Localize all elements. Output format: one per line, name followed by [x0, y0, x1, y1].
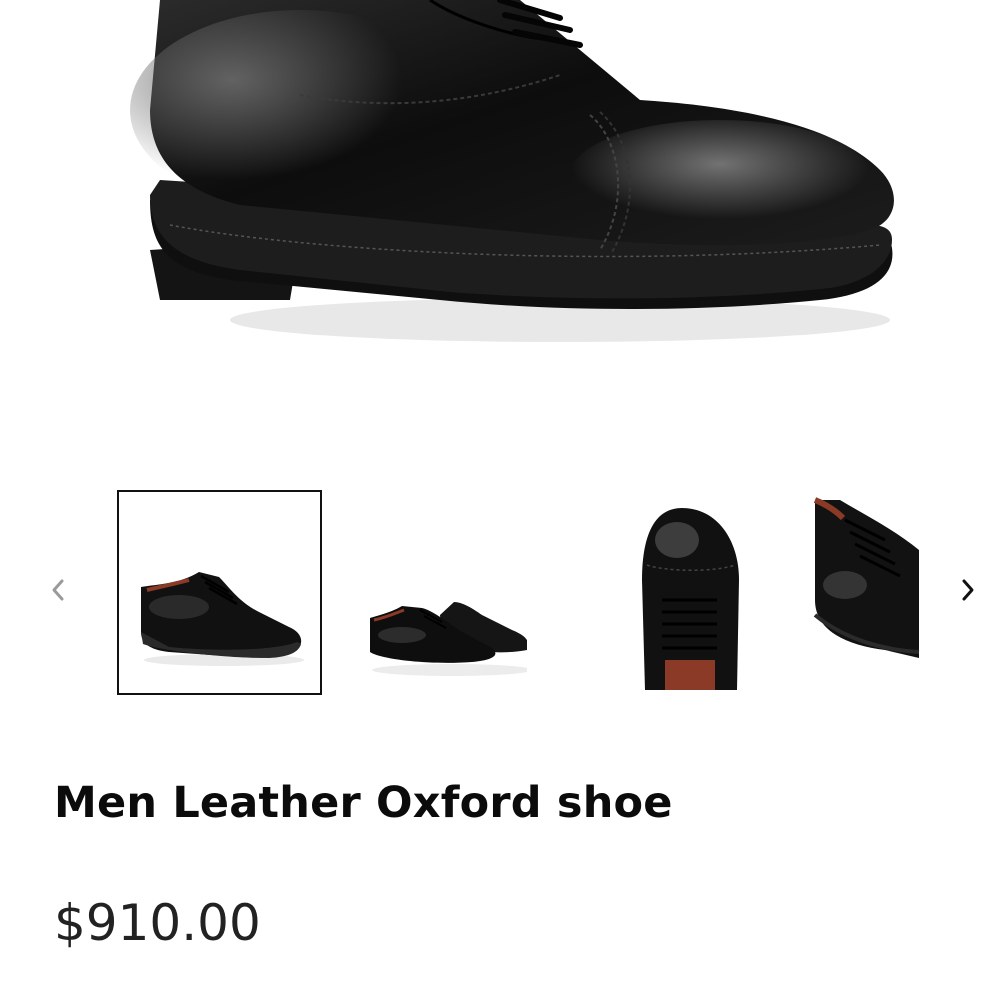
gallery-thumbnail-1[interactable] — [117, 490, 322, 695]
oxford-shoe-hero-illustration — [130, 0, 894, 342]
gallery-next-button[interactable] — [953, 575, 983, 605]
chevron-left-icon — [52, 579, 64, 601]
product-page: Men Leather Oxford shoe $910.00 — [0, 0, 1000, 1000]
product-title: Men Leather Oxford shoe — [54, 778, 673, 828]
gallery-thumbnail-3[interactable] — [587, 490, 792, 695]
product-price: $910.00 — [54, 894, 261, 952]
chevron-right-icon — [962, 579, 974, 601]
gallery-prev-button[interactable] — [43, 575, 73, 605]
image-gallery-carousel — [0, 490, 1000, 700]
gallery-thumbnail-2[interactable] — [322, 490, 527, 695]
oxford-shoe-top-thumbnail — [642, 508, 739, 690]
oxford-shoe-pair-thumbnail — [370, 602, 527, 676]
oxford-shoe-side-thumbnail — [141, 572, 304, 666]
product-main-image[interactable] — [0, 0, 1000, 470]
